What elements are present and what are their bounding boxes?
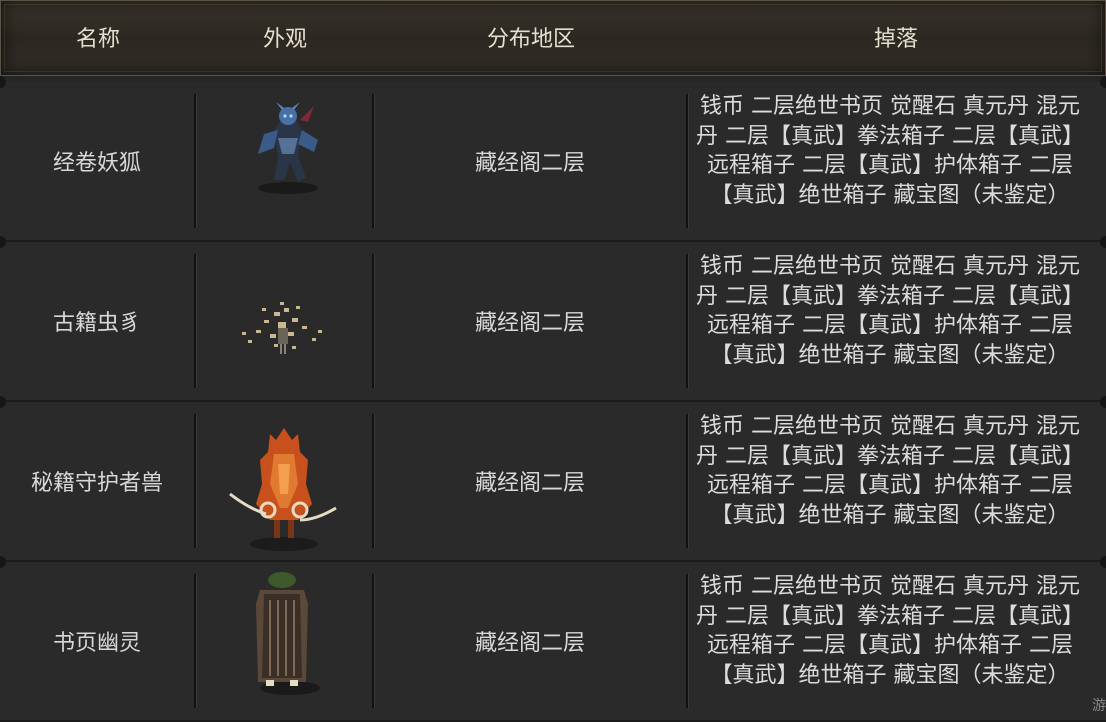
monster-name: 古籍虫豸: [52, 311, 141, 336]
column-divider: [686, 414, 688, 548]
fire-guardian-beast-sprite: [229, 428, 337, 551]
table-header: 名称 外观 分布地区 掉落: [0, 0, 1106, 76]
monster-name: 经卷妖狐: [52, 151, 141, 176]
column-header-name: 名称: [75, 27, 120, 52]
column-header-appearance: 外观: [262, 27, 307, 52]
paper-insect-swarm-sprite: [242, 302, 322, 354]
monster-drops: 钱币 二层绝世书页 觉醒石 真元丹 混元丹 二层【真武】拳法箱子 二层【真武】远…: [696, 94, 1084, 208]
table-row: 书页幽灵 藏经阁二层 钱币 二层绝世书页 觉醒石 真元丹 混元丹 二层【真武】拳…: [0, 556, 1106, 722]
column-header-location: 分布地区: [486, 27, 575, 52]
column-divider: [194, 574, 196, 708]
table-row: 秘籍守护者兽 藏经阁二层 钱币 二层绝世书页 觉醒石 真元丹 混元丹 二层【真武…: [0, 396, 1106, 562]
monster-location: 藏经阁二层: [474, 631, 585, 656]
monster-drops: 钱币 二层绝世书页 觉醒石 真元丹 混元丹 二层【真武】拳法箱子 二层【真武】远…: [696, 254, 1084, 368]
watermark: 游: [1092, 698, 1106, 714]
column-divider: [194, 414, 196, 548]
fox-demon-sprite: [258, 102, 318, 194]
table-row: 经卷妖狐 藏经阁二层 钱币 二层绝世书页 觉醒石 真元丹 混元丹 二层【真武】拳…: [0, 76, 1106, 242]
monster-drops: 钱币 二层绝世书页 觉醒石 真元丹 混元丹 二层【真武】拳法箱子 二层【真武】远…: [696, 574, 1084, 688]
monster-name: 书页幽灵: [52, 631, 141, 656]
table-row: 古籍虫豸 藏经阁二层 钱币 二层绝世书页 觉醒石 真元丹 混元丹 二层【真武】拳…: [0, 236, 1106, 402]
column-divider: [686, 574, 688, 708]
monster-name: 秘籍守护者兽: [30, 471, 163, 496]
column-divider: [686, 254, 688, 388]
monster-location: 藏经阁二层: [474, 151, 585, 176]
column-divider: [194, 254, 196, 388]
column-divider: [194, 94, 196, 228]
cloaked-page-ghost-sprite: [256, 572, 320, 695]
column-header-drops: 掉落: [873, 27, 918, 52]
monster-location: 藏经阁二层: [474, 311, 585, 336]
monster-drops: 钱币 二层绝世书页 觉醒石 真元丹 混元丹 二层【真武】拳法箱子 二层【真武】远…: [696, 414, 1084, 528]
monster-location: 藏经阁二层: [474, 471, 585, 496]
column-divider: [686, 94, 688, 228]
